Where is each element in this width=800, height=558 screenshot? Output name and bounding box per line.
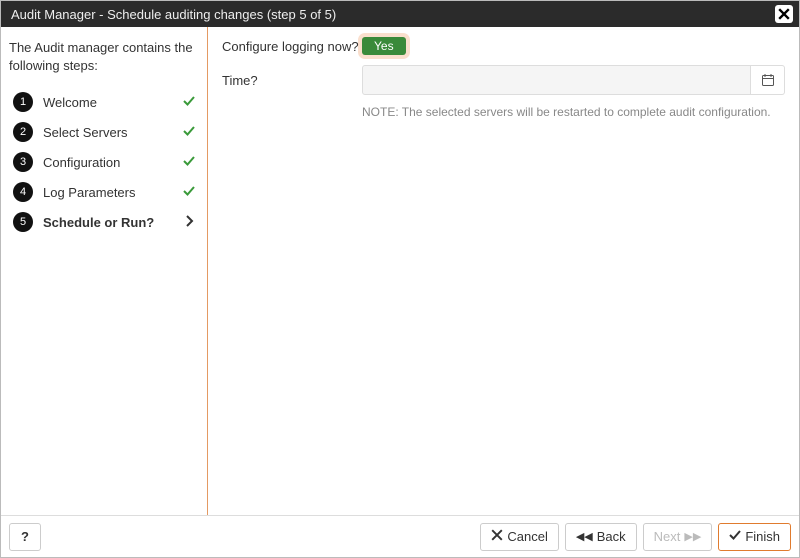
finish-button[interactable]: Finish: [718, 523, 791, 551]
step-number: 2: [13, 122, 33, 142]
rewind-icon: ◀◀: [576, 530, 593, 543]
help-button[interactable]: ?: [9, 523, 41, 551]
step-label: Configuration: [43, 155, 179, 170]
step-configuration[interactable]: 3 Configuration: [9, 147, 199, 177]
next-label: Next: [654, 529, 681, 544]
dialog-footer: ? Cancel ◀◀ Back Next ▶▶ Finish: [1, 515, 799, 557]
time-input[interactable]: [362, 65, 751, 95]
step-label: Welcome: [43, 95, 179, 110]
step-log-parameters[interactable]: 4 Log Parameters: [9, 177, 199, 207]
step-select-servers[interactable]: 2 Select Servers: [9, 117, 199, 147]
configure-now-toggle[interactable]: Yes: [362, 37, 406, 55]
wizard-content: Configure logging now? Yes Time? NOTE: T…: [208, 27, 799, 515]
next-button[interactable]: Next ▶▶: [643, 523, 713, 551]
step-label: Select Servers: [43, 125, 179, 140]
sidebar-intro: The Audit manager contains the following…: [9, 39, 199, 75]
chevron-right-icon: [183, 215, 195, 230]
step-number: 3: [13, 152, 33, 172]
step-label: Log Parameters: [43, 185, 179, 200]
time-label: Time?: [222, 73, 362, 88]
check-icon: [183, 185, 195, 200]
configure-now-label: Configure logging now?: [222, 39, 362, 54]
wizard-sidebar: The Audit manager contains the following…: [1, 27, 208, 515]
step-label: Schedule or Run?: [43, 215, 183, 230]
finish-label: Finish: [745, 529, 780, 544]
x-icon: [491, 529, 503, 544]
cancel-button[interactable]: Cancel: [480, 523, 558, 551]
check-icon: [183, 125, 195, 140]
audit-manager-dialog: Audit Manager - Schedule auditing change…: [0, 0, 800, 558]
time-row: Time?: [222, 65, 785, 95]
wizard-steps: 1 Welcome 2 Select Servers 3 Configurati…: [9, 87, 199, 237]
step-number: 1: [13, 92, 33, 112]
calendar-icon: [761, 73, 775, 87]
forward-icon: ▶▶: [684, 530, 701, 543]
restart-note: NOTE: The selected servers will be resta…: [362, 105, 785, 119]
cancel-label: Cancel: [507, 529, 547, 544]
dialog-body: The Audit manager contains the following…: [1, 27, 799, 515]
back-button[interactable]: ◀◀ Back: [565, 523, 637, 551]
step-number: 4: [13, 182, 33, 202]
check-icon: [183, 95, 195, 110]
back-label: Back: [597, 529, 626, 544]
step-number: 5: [13, 212, 33, 232]
step-schedule-or-run[interactable]: 5 Schedule or Run?: [9, 207, 199, 237]
titlebar: Audit Manager - Schedule auditing change…: [1, 1, 799, 27]
configure-now-row: Configure logging now? Yes: [222, 37, 785, 55]
close-button[interactable]: [775, 5, 793, 23]
close-icon: [778, 8, 790, 20]
check-icon: [729, 529, 741, 544]
window-title: Audit Manager - Schedule auditing change…: [11, 7, 775, 22]
check-icon: [183, 155, 195, 170]
step-welcome[interactable]: 1 Welcome: [9, 87, 199, 117]
calendar-button[interactable]: [751, 65, 785, 95]
